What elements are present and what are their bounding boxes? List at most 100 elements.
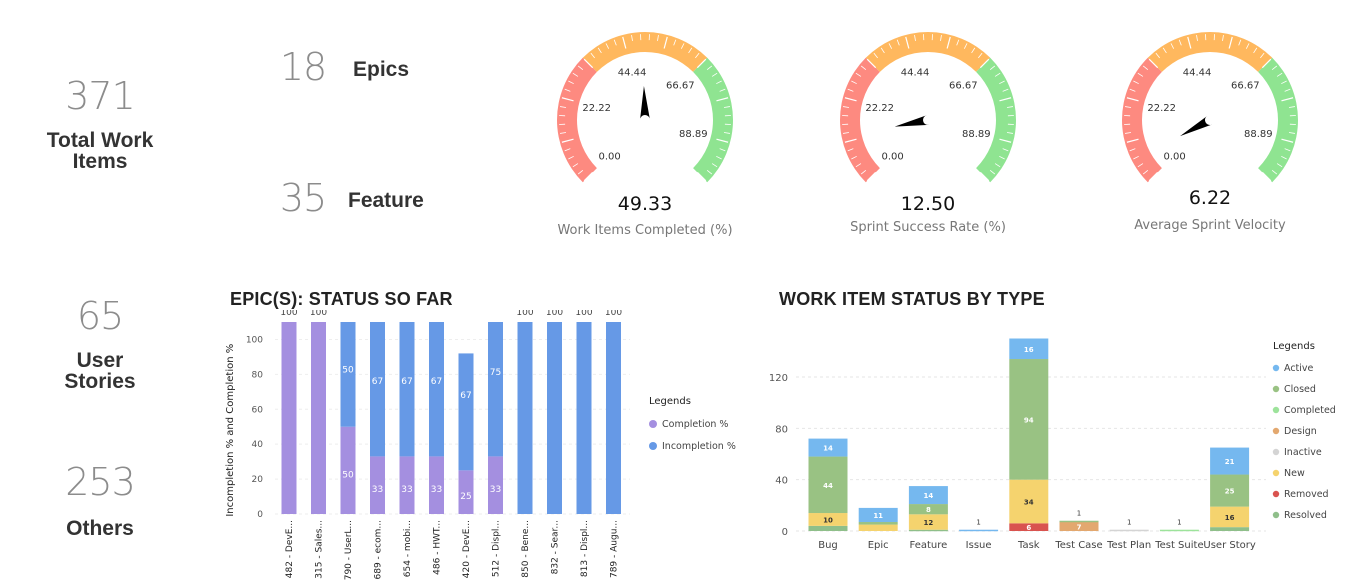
bar-value-label: 67: [431, 377, 442, 387]
gauge-dial: 0.00 22.22 44.44 66.67 88.89: [557, 32, 733, 183]
bar-value-label: 16: [1225, 514, 1235, 522]
y-tick-label: 20: [252, 475, 264, 485]
bar-value-label: 25: [460, 492, 471, 502]
x-tick-label: 813 - Displ...: [580, 520, 590, 577]
gauge-tick-label: 0.00: [1164, 151, 1186, 162]
gauge-band-low: [557, 57, 597, 183]
legend-label: Closed: [1284, 384, 1316, 395]
bar-value-label: 67: [460, 391, 471, 401]
epics-label: Epics: [353, 58, 410, 81]
legend-label: Completion %: [662, 419, 728, 430]
legend-swatch: [1272, 511, 1280, 519]
y-tick-label: 120: [769, 373, 788, 384]
gauge-band-low: [1122, 57, 1162, 183]
gauge-dial: 0.00 22.22 44.44 66.67 88.89: [1122, 32, 1298, 183]
gauge-tick-label: 22.22: [1147, 103, 1176, 114]
bar-value-label: 75: [490, 368, 501, 378]
legend-swatch: [649, 442, 657, 450]
gauge-needle: [640, 86, 650, 121]
legend-swatch: [649, 420, 657, 428]
bar-value-label: 7: [1077, 524, 1082, 532]
x-tick-label: Epic: [868, 540, 889, 551]
x-tick-label: Feature: [910, 540, 948, 551]
y-axis-label: Incompletion % and Completion %: [225, 344, 236, 517]
feature-label: Feature: [348, 189, 424, 212]
user-stories-label-line1: User: [76, 349, 124, 372]
y-tick-label: 40: [775, 476, 788, 487]
x-tick-label: 482 - DevE...: [285, 520, 295, 578]
bar-top-label: 1: [976, 519, 980, 527]
legend-label: Design: [1284, 426, 1317, 437]
gauge-tick-label: 44.44: [618, 68, 647, 79]
gauge-tick-label: 0.00: [882, 151, 904, 162]
gauge-sprint-success-rate: 0.00 22.22 44.44 66.67 88.89 12.50 Sprint Su…: [828, 25, 1028, 245]
y-tick-label: 100: [246, 335, 263, 345]
bar-top-label: 1: [1077, 510, 1081, 518]
gauge-needle: [894, 115, 929, 127]
gauge-tick-label: 88.89: [962, 129, 991, 140]
bar-top-label: 100: [575, 310, 592, 318]
y-tick-label: 40: [252, 440, 264, 450]
bar-value-label: 34: [1024, 498, 1034, 506]
x-tick-label: Test Plan: [1106, 540, 1151, 551]
bar-segment: [959, 529, 999, 532]
x-tick-label: 654 - mobi...: [403, 520, 413, 577]
x-tick-label: 420 - DevE...: [462, 520, 472, 578]
bar-value-label: 67: [401, 377, 412, 387]
bar-value-label: 6: [1026, 524, 1031, 532]
bar-value-label: 21: [1225, 458, 1235, 466]
legend-label: Active: [1284, 363, 1314, 374]
work-item-status-chart: 04080120104414Bug11Epic12814Feature1Issu…: [769, 338, 1336, 551]
gauge-tick-label: 66.67: [1231, 81, 1260, 92]
bar-segment: [858, 522, 898, 525]
gauge-caption: Average Sprint Velocity: [1134, 218, 1286, 233]
x-tick-label: Issue: [966, 540, 992, 551]
chart-legend: Legends Completion % Incompletion %: [649, 396, 736, 452]
bar-value-label: 12: [924, 519, 934, 527]
bar-top-label: 100: [605, 310, 622, 318]
legend-title: Legends: [1273, 341, 1315, 352]
gauge-tick-label: 0.00: [599, 151, 621, 162]
legend-swatch: [1272, 448, 1280, 456]
bar-value-label: 33: [372, 485, 383, 495]
gauge-average-sprint-velocity: 0.00 22.22 44.44 66.67 88.89 6.22 Average Sp…: [1110, 25, 1310, 245]
legend-label: Resolved: [1284, 510, 1327, 521]
bar-value-label: 67: [372, 377, 383, 387]
x-tick-label: Test Suite: [1154, 540, 1203, 551]
legend-label: Completed: [1284, 405, 1336, 416]
bar-value-label: 16: [1024, 346, 1034, 354]
others-value: 253: [65, 460, 136, 504]
others-label: Others: [66, 517, 134, 540]
legend-label: New: [1284, 468, 1305, 479]
legend-label: Incompletion %: [662, 441, 736, 452]
gauge-tick-label: 88.89: [679, 129, 708, 140]
bar-value-label: 50: [342, 366, 354, 376]
gauge-value: 12.50: [900, 193, 956, 215]
bar-segment: [311, 322, 326, 514]
bar-segment: [281, 322, 297, 514]
x-tick-label: 315 - Sales...: [315, 520, 325, 579]
gauge-band-high: [693, 57, 733, 183]
work-item-status-chart-title: WORK ITEM STATUS BY TYPE: [779, 289, 1045, 309]
bar-top-label: 1: [1177, 519, 1181, 527]
gauge-band-mid: [582, 32, 708, 72]
gauge-tick-label: 22.22: [582, 103, 611, 114]
y-tick-label: 80: [252, 370, 264, 380]
gauge-tick-label: 66.67: [949, 81, 978, 92]
gauge-work-items-completed: 0.00 22.22 44.44 66.67 88.89 49.33 Work Item…: [545, 25, 745, 245]
y-tick-label: 60: [252, 405, 264, 415]
bar-segment: [429, 322, 444, 457]
y-tick-label: 80: [775, 424, 788, 435]
bar-segment: [547, 322, 562, 514]
bar-segment: [606, 322, 621, 514]
bar-segment: [399, 322, 415, 457]
gauge-band-mid: [1147, 32, 1273, 72]
bar-segment: [1159, 529, 1199, 532]
gauge-value: 49.33: [617, 193, 673, 215]
x-tick-label: 486 - HWT...: [433, 520, 443, 575]
legend-swatch: [1272, 406, 1280, 414]
x-tick-label: User Story: [1203, 540, 1255, 551]
gauge-band-mid: [865, 32, 991, 72]
gauge-value: 6.22: [1188, 187, 1232, 209]
bar-value-label: 50: [342, 470, 354, 480]
